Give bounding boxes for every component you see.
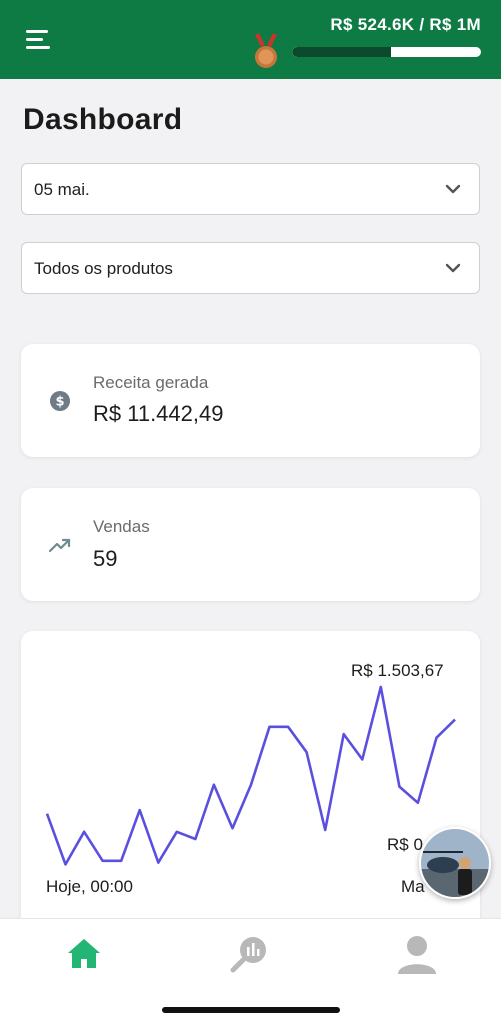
analytics-search-icon [230,937,266,973]
sales-value: 59 [93,546,118,571]
sales-label: Vendas [93,517,150,536]
chart-min-label: R$ 0 [387,835,423,854]
dollar-coin-icon: $ [50,391,70,411]
chart-max-label: R$ 1.503,67 [351,661,444,680]
product-select[interactable]: Todos os produtos [21,242,480,294]
date-select-value: 05 mai. [34,180,90,199]
home-indicator [162,1007,340,1013]
revenue-chart-card: R$ 1.503,67 R$ 0 Hoje, 00:00 Ma [21,631,480,931]
nav-home[interactable] [62,933,106,977]
chevron-down-icon [445,184,461,194]
chart-x-end-label: Ma [401,877,425,896]
chart-x-start-label: Hoje, 00:00 [46,877,133,896]
floating-avatar[interactable] [419,827,491,899]
revenue-label: Receita gerada [93,373,209,392]
goal-progress-fill [292,47,392,57]
date-select[interactable]: 05 mai. [21,163,480,215]
svg-text:$: $ [55,395,64,410]
hamburger-menu-icon[interactable] [26,30,56,52]
user-icon [398,936,436,974]
sales-card: Vendas 59 [21,488,480,601]
helicopter-photo-icon [421,829,489,897]
product-select-value: Todos os produtos [34,259,173,278]
goal-progress-bar [292,47,481,57]
nav-analytics[interactable] [228,933,272,977]
revenue-goal-text: R$ 524.6K / R$ 1M [330,15,481,34]
chevron-down-icon [445,263,461,273]
nav-profile[interactable] [395,933,439,977]
trending-up-icon [48,538,71,553]
home-icon [68,939,100,968]
bronze-medal-icon [255,33,277,68]
revenue-card: $ Receita gerada R$ 11.442,49 [21,344,480,457]
top-bar: R$ 524.6K / R$ 1M [0,0,501,79]
revenue-value: R$ 11.442,49 [93,401,224,426]
page-title: Dashboard [23,103,183,136]
